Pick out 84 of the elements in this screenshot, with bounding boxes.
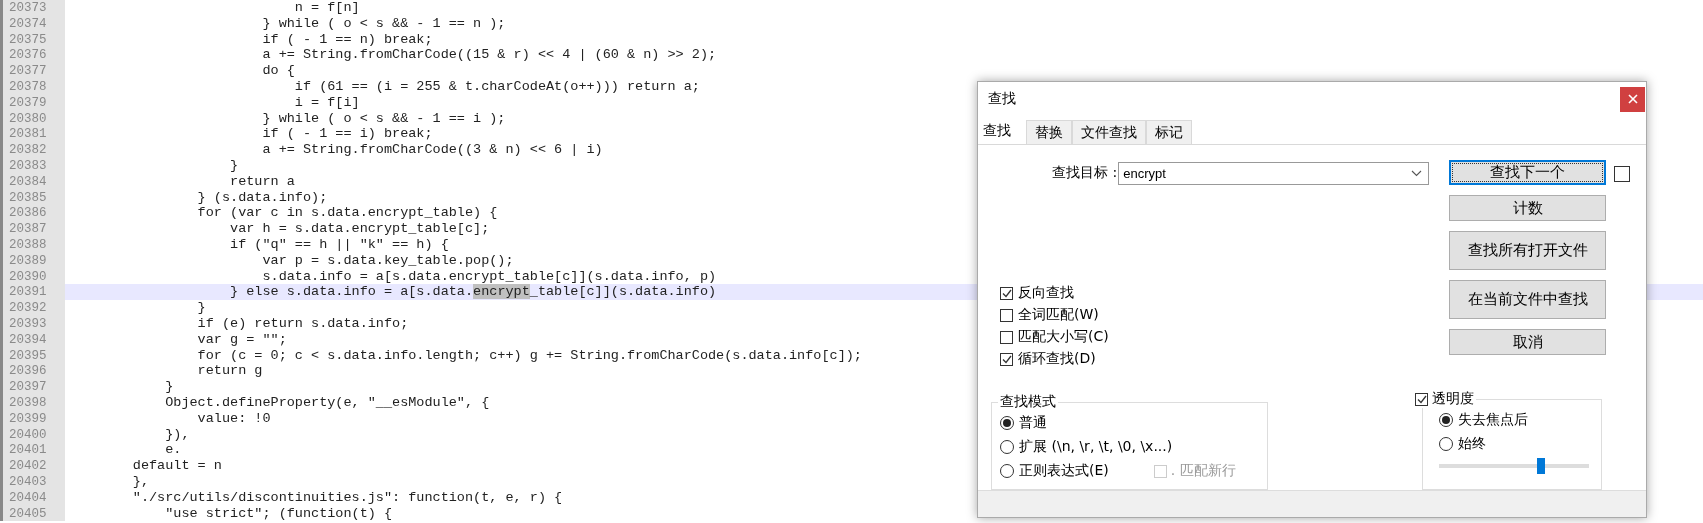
code-line: var h = s.data.encrypt_table[c];: [229, 221, 490, 237]
line-number: 20402: [0, 458, 65, 474]
checkbox[interactable]: [1415, 392, 1428, 406]
code-line: var p = s.data.key_table.pop();: [261, 252, 514, 269]
code-line: var g = "";: [196, 331, 287, 348]
line-number: 20401: [0, 442, 65, 459]
checkbox[interactable]: [1614, 166, 1630, 182]
code-line: } (s.data.info);: [196, 189, 328, 206]
radio-label: 正则表达式(E): [1019, 462, 1109, 480]
code-line: } while ( o < s && - 1 == i );: [261, 110, 506, 127]
line-number: 20373: [0, 0, 65, 16]
code-line: return g: [196, 363, 263, 380]
line-number: 20392: [0, 300, 65, 316]
close-button[interactable]: [1620, 86, 1645, 112]
code-line: n = f[n]: [293, 0, 360, 16]
code-line: for (var c in s.data.encrypt_table) {: [196, 205, 498, 222]
radio-button[interactable]: [1000, 440, 1014, 454]
line-number: 20386: [0, 205, 65, 222]
line-number: 20391: [0, 284, 65, 301]
chevron-down-icon: [1411, 169, 1423, 177]
code-line: default = n: [131, 458, 222, 474]
code-line: if ( - 1 == i) break;: [261, 126, 433, 143]
checkbox[interactable]: [1000, 286, 1013, 300]
radio-button[interactable]: [1439, 413, 1453, 427]
slider-thumb[interactable]: [1537, 458, 1545, 474]
radio-label: 扩展 (\n, \r, \t, \0, \x...): [1019, 438, 1173, 456]
code-line: i = f[i]: [293, 94, 360, 111]
radio-label: 始终: [1458, 435, 1486, 453]
dialog-button[interactable]: 查找下一个: [1449, 160, 1606, 185]
code-line: } while ( o < s && - 1 == n );: [261, 15, 506, 32]
line-number: 20377: [0, 63, 65, 79]
dialog-button[interactable]: 计数: [1449, 195, 1606, 221]
checkbox-label: 反向查找: [1018, 284, 1074, 302]
window-title: 查找: [988, 90, 1016, 108]
checkbox-label: 匹配大小写(C): [1018, 328, 1109, 346]
line-number: 20381: [0, 126, 65, 143]
field-label: 查找目标 :: [1052, 164, 1118, 182]
code-line: },: [131, 473, 149, 490]
checkbox[interactable]: [1000, 352, 1013, 366]
radio-label: 失去焦点后: [1458, 411, 1528, 429]
line-number: 20382: [0, 142, 65, 158]
checkbox-label: 全词匹配(W): [1018, 306, 1099, 324]
code-line: a += String.fromCharCode((15 & r) << 4 | (60 & n) >> 2);: [261, 47, 717, 64]
code-line: for (c = 0; c < s.data.info.length; c++) g += String.fromCharCode(s.data.info[c]);: [196, 347, 862, 364]
search-field[interactable]: encrypt: [1118, 161, 1430, 185]
code-line: s.data.info = a[s.data.encrypt_table[c]](s.data.info, p): [261, 268, 717, 285]
code-line: }),: [164, 426, 190, 443]
code-line: } else s.data.info = a[s.data.encrypt_table[c]](s.data.info): [229, 284, 717, 301]
line-number: 20397: [0, 379, 65, 395]
code-line: "use strict"; (function(t) {: [164, 505, 393, 522]
line-number: 20387: [0, 221, 65, 237]
dialog-button[interactable]: 查找所有打开文件: [1449, 231, 1606, 270]
code-line: if ( - 1 == n) break;: [261, 31, 433, 48]
code-line: Object.defineProperty(e, "__esModule", {: [164, 394, 490, 411]
code-line: }: [196, 300, 206, 316]
radio-button[interactable]: [1000, 416, 1014, 430]
code-line: a += String.fromCharCode((3 & n) << 6 | i): [261, 142, 603, 158]
tab[interactable]: 文件查找: [1072, 120, 1146, 144]
code-line: }: [164, 379, 174, 395]
checkbox-label: 循环查找(D): [1018, 350, 1096, 368]
code-line: value: !0: [196, 410, 271, 427]
radio-label: 普通: [1019, 414, 1047, 432]
code-line: "./src/utils/discontinuities.js": function(t, e, r) {: [131, 489, 563, 506]
tab[interactable]: 标记: [1146, 120, 1192, 144]
checkbox[interactable]: [1000, 308, 1013, 322]
code-line: if (61 == (i = 255 & t.charCodeAt(o++))) return a;: [293, 79, 700, 95]
line-number: 20396: [0, 363, 65, 380]
code-line: return a: [229, 173, 295, 190]
close-icon: [1627, 94, 1638, 104]
radio-button[interactable]: [1000, 464, 1014, 478]
checkbox[interactable]: [1000, 330, 1013, 344]
code-line: e.: [164, 442, 182, 459]
checkbox-label: 透明度: [1432, 390, 1474, 408]
code-line: if ("q" == h || "k" == h) {: [229, 236, 449, 253]
code-line: }: [229, 157, 239, 174]
dialog-button[interactable]: 取消: [1449, 329, 1606, 355]
group-title: 查找模式: [999, 393, 1057, 411]
dialog-button[interactable]: 在当前文件中查找: [1449, 280, 1606, 319]
checkbox-label: . 匹配新行: [1170, 462, 1236, 480]
code-line: do {: [261, 63, 295, 79]
line-number: 20376: [0, 47, 65, 64]
radio-button[interactable]: [1439, 437, 1453, 451]
code-line: if (e) return s.data.info;: [196, 315, 409, 332]
tab[interactable]: 替换: [1026, 120, 1072, 144]
